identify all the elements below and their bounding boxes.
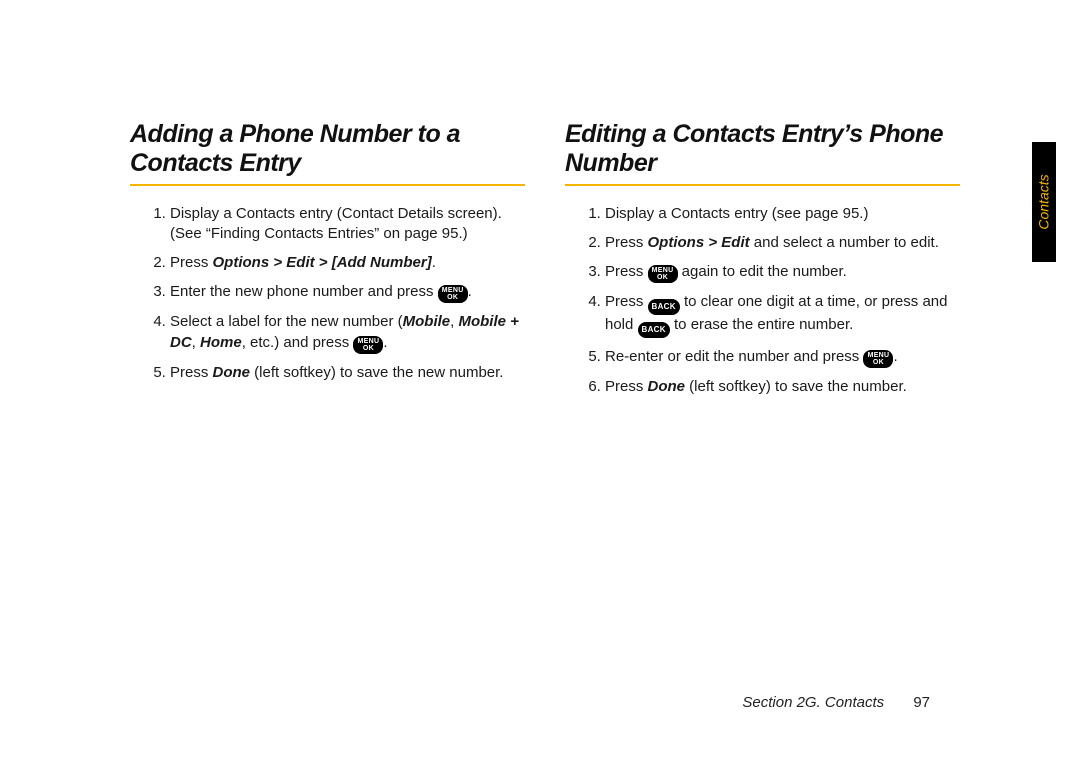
done-softkey: Done	[648, 378, 686, 395]
left-steps: Display a Contacts entry (Contact Detail…	[130, 204, 525, 383]
text: , etc.) and press	[242, 334, 354, 351]
text: Press	[605, 263, 648, 280]
text: ,	[192, 334, 200, 351]
text: Select a label for the new number (	[170, 313, 403, 330]
page-footer: Section 2G. Contacts 97	[0, 694, 1080, 711]
side-tab-label: Contacts	[1036, 174, 1052, 229]
text: to erase the entire number.	[670, 316, 853, 333]
left-step-3: Enter the new phone number and press MEN…	[170, 282, 525, 303]
menu-ok-key-icon: MENUOK	[353, 336, 383, 354]
done-softkey: Done	[213, 364, 251, 381]
menu-ok-key-icon: MENUOK	[648, 265, 678, 283]
text: (left softkey) to save the number.	[685, 378, 907, 395]
text: Press	[605, 378, 648, 395]
label-mobile: Mobile	[403, 313, 451, 330]
right-step-3: Press MENUOK again to edit the number.	[605, 262, 960, 283]
right-step-5: Re-enter or edit the number and press ME…	[605, 347, 960, 368]
text: Press	[605, 293, 648, 310]
right-column: Editing a Contacts Entry’s Phone Number …	[565, 120, 960, 406]
heading-rule	[130, 184, 525, 186]
left-step-5: Press Done (left softkey) to save the ne…	[170, 363, 525, 383]
left-step-4: Select a label for the new number (Mobil…	[170, 312, 525, 353]
right-step-2: Press Options > Edit and select a number…	[605, 233, 960, 253]
right-step-6: Press Done (left softkey) to save the nu…	[605, 377, 960, 397]
text: Re-enter or edit the number and press	[605, 348, 863, 365]
text: .	[383, 334, 387, 351]
text: .	[468, 283, 472, 300]
right-heading: Editing a Contacts Entry’s Phone Number	[565, 120, 960, 178]
text: (left softkey) to save the new number.	[250, 364, 503, 381]
left-heading: Adding a Phone Number to a Contacts Entr…	[130, 120, 525, 178]
right-step-4: Press BACK to clear one digit at a time,…	[605, 292, 960, 338]
left-column: Adding a Phone Number to a Contacts Entr…	[130, 120, 525, 406]
back-key-icon: BACK	[638, 322, 670, 338]
text: again to edit the number.	[678, 263, 847, 280]
text: Press	[605, 234, 648, 251]
footer-section: Section 2G. Contacts	[742, 694, 884, 711]
menu-ok-key-icon: MENUOK	[863, 350, 893, 368]
right-steps: Display a Contacts entry (see page 95.) …	[565, 204, 960, 398]
options-path: Options > Edit > [Add Number]	[213, 254, 432, 271]
options-path: Options > Edit	[648, 234, 750, 251]
manual-page: Contacts Adding a Phone Number to a Cont…	[0, 0, 1080, 771]
text: Press	[170, 254, 213, 271]
heading-rule	[565, 184, 960, 186]
left-step-1: Display a Contacts entry (Contact Detail…	[170, 204, 525, 245]
text: and select a number to edit.	[750, 234, 939, 251]
text: Press	[170, 364, 213, 381]
left-step-2: Press Options > Edit > [Add Number].	[170, 253, 525, 273]
content-columns: Adding a Phone Number to a Contacts Entr…	[0, 0, 1080, 406]
text: .	[432, 254, 436, 271]
text: Enter the new phone number and press	[170, 283, 438, 300]
back-key-icon: BACK	[648, 299, 680, 315]
side-tab-contacts: Contacts	[1032, 142, 1056, 262]
right-step-1: Display a Contacts entry (see page 95.)	[605, 204, 960, 224]
footer-page-number: 97	[913, 694, 930, 711]
label-home: Home	[200, 334, 242, 351]
text: .	[893, 348, 897, 365]
menu-ok-key-icon: MENUOK	[438, 285, 468, 303]
